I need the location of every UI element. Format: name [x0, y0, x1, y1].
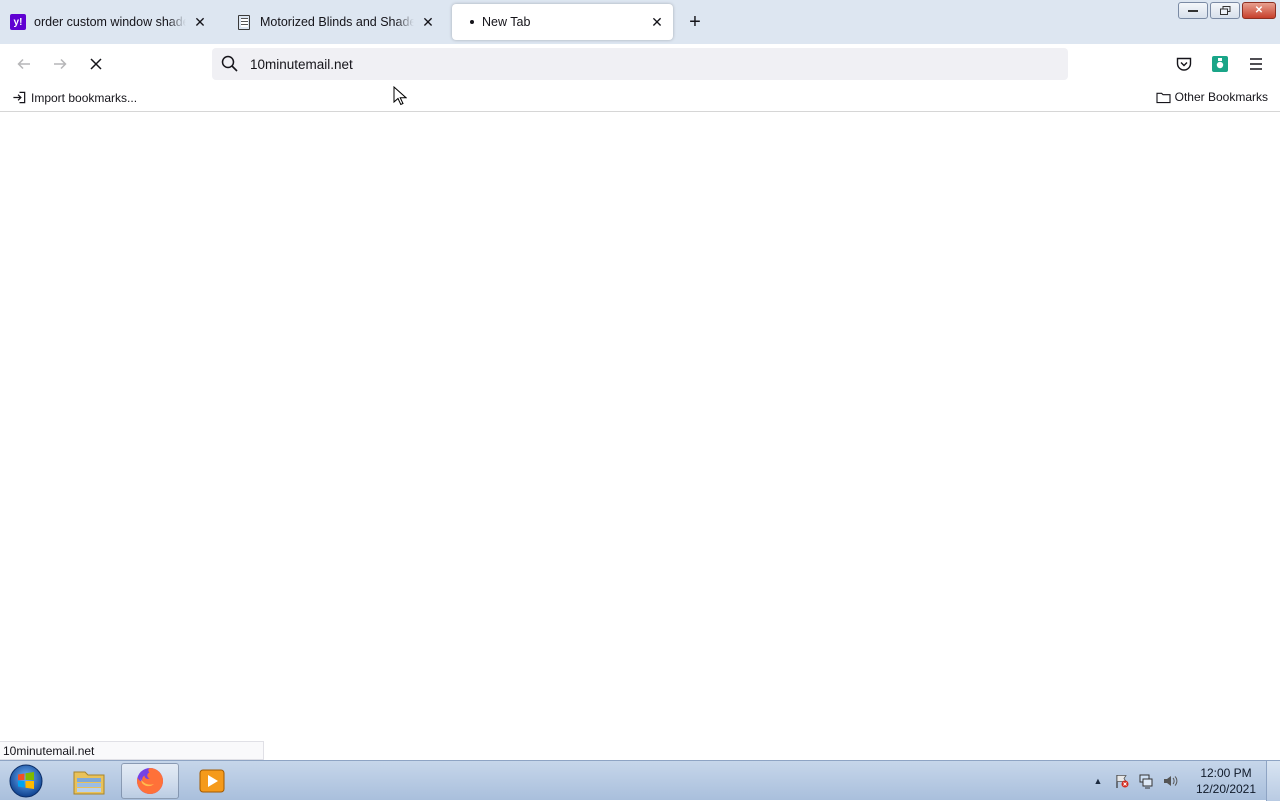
loading-dot-icon — [470, 20, 474, 24]
search-icon — [221, 55, 238, 72]
tab-new-tab[interactable]: New Tab ✕ — [452, 4, 673, 40]
windows-taskbar: ▲ 12:00 PM 12/20/2021 — [0, 760, 1280, 801]
back-button[interactable] — [12, 52, 36, 76]
forward-arrow-icon — [54, 58, 67, 70]
taskbar-firefox-button[interactable] — [121, 763, 179, 799]
action-center-flag-icon[interactable] — [1112, 771, 1132, 791]
import-bookmarks-label: Import bookmarks... — [31, 90, 138, 105]
clock-time: 12:00 PM — [1200, 766, 1252, 780]
taskbar-media-player-button[interactable] — [183, 763, 241, 799]
close-icon[interactable]: ✕ — [420, 14, 436, 30]
forward-button[interactable] — [48, 52, 72, 76]
url-input[interactable] — [248, 55, 1028, 73]
restore-button[interactable] — [1210, 2, 1240, 19]
window-controls: ✕ — [1178, 2, 1276, 19]
network-monitor-icon — [1139, 774, 1153, 789]
tab-title: New Tab — [482, 15, 531, 29]
volume-icon[interactable] — [1160, 771, 1180, 791]
close-icon[interactable]: ✕ — [192, 14, 208, 30]
stop-loading-button[interactable] — [84, 52, 108, 76]
pocket-button[interactable] — [1174, 54, 1194, 74]
extension-icon — [1212, 56, 1228, 72]
page-icon — [238, 14, 250, 30]
mouse-cursor-icon — [393, 86, 407, 106]
bookmarks-toolbar: Import bookmarks... Other Bookmarks — [0, 84, 1280, 112]
pocket-icon — [1176, 57, 1192, 71]
minimize-icon — [1188, 9, 1198, 12]
address-bar[interactable] — [212, 48, 1068, 80]
page-content — [0, 113, 1280, 760]
yahoo-icon: y! — [10, 14, 26, 30]
tab-title: Motorized Blinds and Shades | S — [260, 15, 414, 29]
clock-date: 12/20/2021 — [1195, 782, 1257, 796]
show-desktop-button[interactable] — [1266, 761, 1280, 801]
link-status-bar: 10minutemail.net — [0, 741, 264, 760]
other-bookmarks-label: Other Bookmarks — [1174, 90, 1268, 104]
navigation-toolbar — [0, 44, 1280, 84]
tab-motorized-blinds[interactable]: Motorized Blinds and Shades | S ✕ — [228, 4, 444, 40]
speaker-icon — [1164, 776, 1178, 786]
show-hidden-icons-button[interactable]: ▲ — [1088, 771, 1108, 791]
start-button[interactable] — [6, 763, 46, 799]
close-window-button[interactable]: ✕ — [1242, 2, 1276, 19]
firefox-icon — [137, 768, 164, 794]
network-icon[interactable] — [1136, 771, 1156, 791]
back-arrow-icon — [17, 58, 30, 70]
new-tab-button[interactable]: + — [683, 10, 707, 34]
tab-strip: y! order custom window shade - Y ✕ Motor… — [0, 0, 1280, 44]
tab-title: order custom window shade - Y — [34, 15, 186, 29]
tab-yahoo-search[interactable]: y! order custom window shade - Y ✕ — [2, 4, 216, 40]
system-clock[interactable]: 12:00 PM 12/20/2021 — [1190, 765, 1262, 797]
folder-icon — [1156, 92, 1171, 103]
other-bookmarks-button[interactable]: Other Bookmarks — [1156, 90, 1268, 104]
explorer-folder-icon — [73, 771, 105, 795]
menu-button[interactable] — [1246, 54, 1266, 74]
restore-icon — [1219, 6, 1230, 15]
import-icon — [13, 91, 26, 104]
stop-icon — [90, 58, 102, 70]
system-tray: ▲ 12:00 PM 12/20/2021 — [1086, 761, 1280, 801]
minimize-button[interactable] — [1178, 2, 1208, 19]
import-bookmarks-button[interactable]: Import bookmarks... — [12, 90, 137, 105]
hamburger-menu-icon — [1250, 58, 1262, 70]
taskbar-explorer-button[interactable] — [60, 763, 118, 799]
close-icon[interactable]: ✕ — [649, 14, 665, 30]
windows-start-icon — [9, 764, 43, 798]
flag-icon — [1116, 775, 1129, 788]
extension-button[interactable] — [1210, 54, 1230, 74]
media-player-icon — [199, 769, 225, 793]
